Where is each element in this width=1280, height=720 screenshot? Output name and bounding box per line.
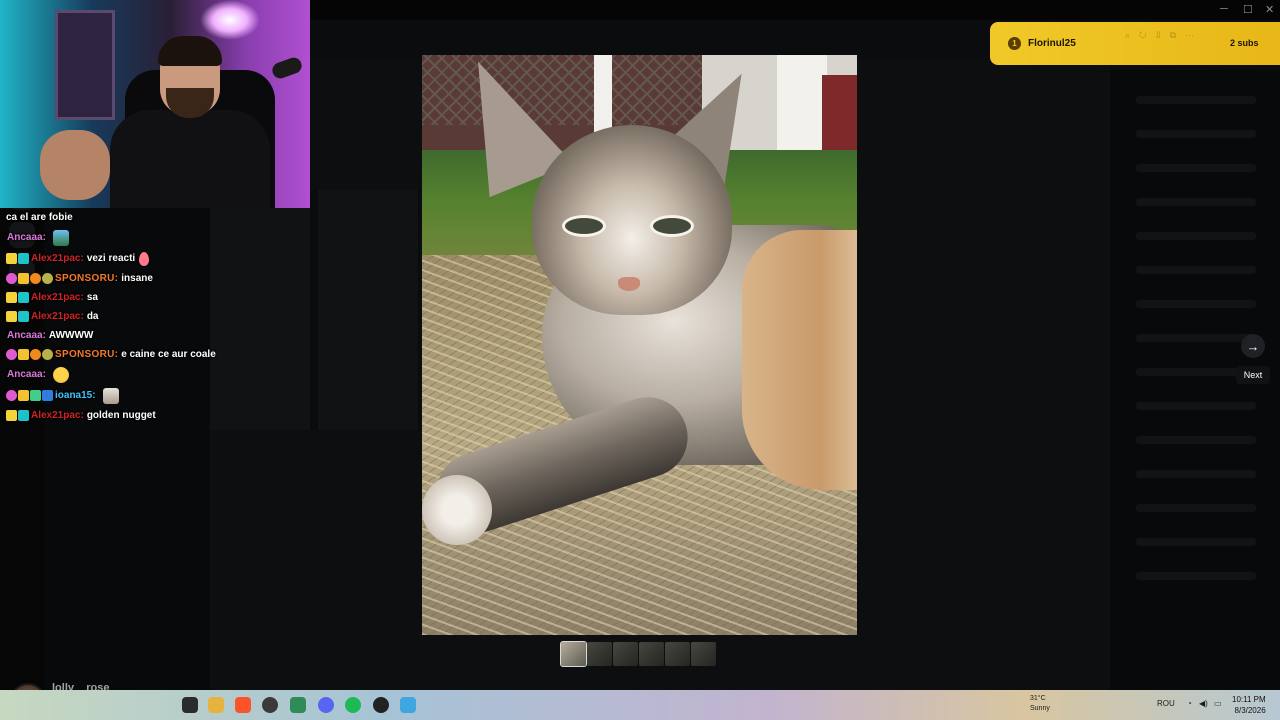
yellow-badge-icon [6,311,17,322]
brave-browser-icon[interactable] [235,697,251,713]
chat-text: e caine ce aur coale [121,349,216,360]
teal-badge-icon [18,410,29,421]
app-icon[interactable] [400,697,416,713]
face-emote-icon [52,366,69,383]
image-thumbnail[interactable] [587,642,612,666]
chat-username[interactable]: Alex21pac: [31,410,84,421]
cat-emote-icon [102,387,119,404]
chat-username[interactable]: Alex21pac: [31,253,84,264]
pink-badge-icon [6,273,17,284]
chat-text: vezi reacti [86,253,136,264]
chat-username[interactable]: SPONSORU: [55,273,118,284]
olive-badge-icon [42,273,53,284]
chat-username[interactable]: SPONSORU: [55,349,118,360]
chat-overlay: ca el are fobie Ancaaa: Alex21pac: vezi rea… [6,208,306,425]
next-image-button[interactable]: → [1241,334,1265,358]
yellow-badge-icon [6,253,17,264]
chat-username[interactable]: Alex21pac: [31,292,84,303]
chat-text: AWWWW [48,330,94,341]
battery-icon[interactable]: ▭ [1214,699,1222,708]
chat-message: Ancaaa: [6,227,306,248]
chat-username[interactable]: Ancaaa: [7,369,46,380]
discord-icon[interactable] [318,697,334,713]
chat-username[interactable]: Ancaaa: [7,232,46,243]
chat-message: SPONSORU: insane [6,269,306,288]
pink-badge-icon [6,390,17,401]
alert-sub-count: 2 subs [1230,38,1259,48]
chat-username[interactable]: Ancaaa: [7,330,46,341]
chat-text: golden nugget [86,410,156,421]
subscription-alert: 1 Florinul25 ⌕↻⇩⧉⋯ 2 subs [990,22,1280,65]
chat-text: insane [121,273,153,284]
next-tooltip: Next [1236,366,1270,384]
lightbox-image [422,55,857,635]
chat-message: Ancaaa: [6,364,306,385]
blue-badge-icon [42,390,53,401]
teal-badge-icon [18,292,29,303]
spotify-icon[interactable] [345,697,361,713]
crown-badge-icon [18,273,29,284]
chat-message: Alex21pac: golden nugget [6,406,306,425]
chat-username[interactable]: Alex21pac: [31,311,84,322]
wifi-icon[interactable]: ◔ [1187,699,1192,708]
green-badge-icon [30,390,41,401]
language-indicator[interactable]: ROU [1157,699,1175,708]
image-thumbnail[interactable] [560,641,587,667]
weather-widget[interactable]: 31°C Sunny [1030,694,1050,714]
task-view-icon[interactable] [182,697,198,713]
chat-message: ioana15: [6,385,306,406]
sub-badge-icon: 1 [1008,37,1021,50]
recorder-icon[interactable] [373,697,389,713]
thumbnail-strip [560,641,716,667]
image-thumbnail[interactable] [665,642,690,666]
chat-text: sa [86,292,98,303]
crown-badge-icon [18,349,29,360]
system-clock[interactable]: 10:11 PM 8/3/2026 [1232,694,1266,716]
volume-icon[interactable]: ◀) [1199,699,1208,708]
chat-message: Alex21pac: sa [6,288,306,307]
plate-emote-icon [52,229,69,246]
yellow-badge-icon [6,410,17,421]
file-explorer-icon[interactable] [208,697,224,713]
chat-text: ca el are fobie [6,212,73,223]
image-thumbnail[interactable] [691,642,716,666]
close-window-button[interactable]: ✕ [1265,3,1274,16]
crown-badge-icon [18,390,29,401]
yellow-badge-icon [6,292,17,303]
arrow-right-icon: → [1246,338,1260,354]
alert-toolbar-icons: ⌕↻⇩⧉⋯ [1125,30,1204,40]
teal-badge-icon [18,311,29,322]
drop-emote-icon [139,251,150,266]
chat-message: Alex21pac: vezi reacti [6,248,306,269]
sheets-icon[interactable] [290,697,306,713]
chat-message: ca el are fobie [6,208,306,227]
image-thumbnail[interactable] [613,642,638,666]
olive-badge-icon [42,349,53,360]
maximize-button[interactable]: ☐ [1243,3,1253,16]
streamer-webcam [0,0,310,208]
chat-username[interactable]: ioana15: [55,390,96,401]
pink-badge-icon [6,349,17,360]
chat-text: da [86,311,99,322]
alert-username: Florinul25 [1028,38,1076,49]
teal-badge-icon [18,253,29,264]
chat-message: Ancaaa: AWWWW [6,326,306,345]
microphone [270,55,304,81]
windows-taskbar: 31°C Sunny ROU ◔ ◀) ▭ 10:11 PM 8/3/2026 [0,690,1280,720]
image-thumbnail[interactable] [639,642,664,666]
obs-icon[interactable] [262,697,278,713]
minimize-button[interactable]: ─ [1220,3,1228,15]
orange-badge-icon [30,349,41,360]
orange-badge-icon [30,273,41,284]
chat-message: SPONSORU: e caine ce aur coale [6,345,306,364]
chat-message: Alex21pac: da [6,307,306,326]
